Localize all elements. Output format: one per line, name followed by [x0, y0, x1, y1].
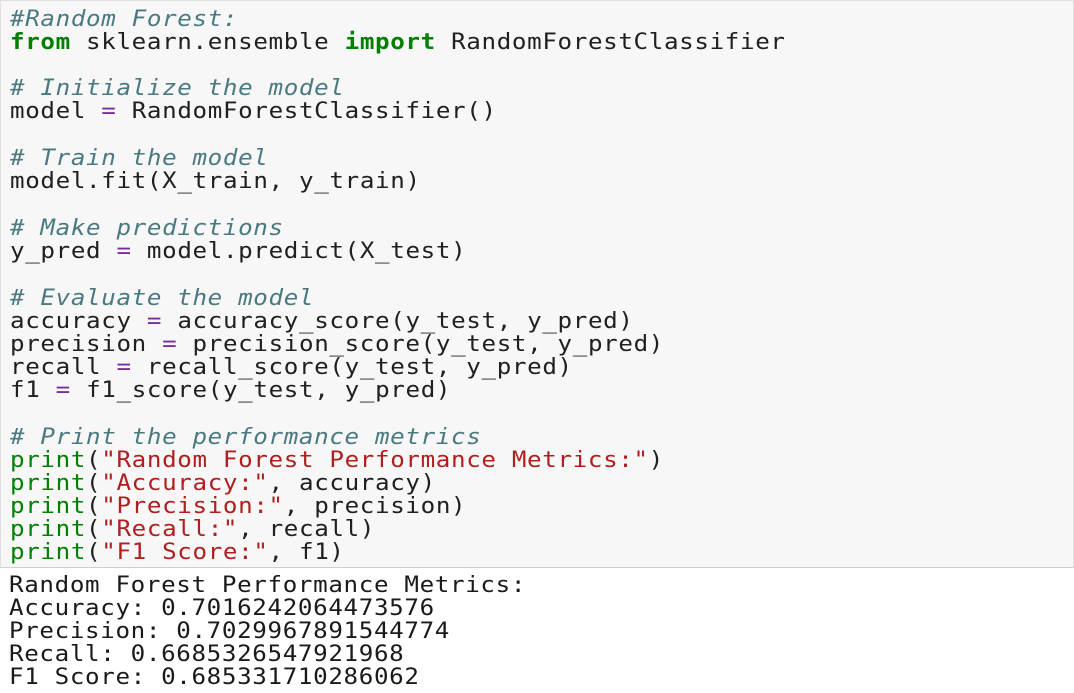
operator: =: [101, 98, 117, 124]
code-line-8: y_pred = model.predict(X_test): [10, 238, 467, 264]
keyword: import: [344, 29, 436, 55]
output-cell: Random Forest Performance Metrics: Accur…: [0, 568, 1074, 693]
builtin: print: [10, 539, 87, 565]
operator: =: [116, 238, 132, 264]
code-line-13: f1 = f1_score(y_test, y_pred): [10, 377, 452, 403]
operator: =: [55, 377, 71, 403]
code-line-2: from sklearn.ensemble import RandomFores…: [10, 29, 786, 55]
code-cell[interactable]: #Random Forest: from sklearn.ensemble im…: [0, 0, 1074, 568]
keyword: from: [10, 29, 71, 55]
notebook: #Random Forest: from sklearn.ensemble im…: [0, 0, 1074, 693]
output-line-5: F1 Score: 0.685331710286062: [9, 664, 420, 690]
code-line-4: model = RandomForestClassifier(): [10, 98, 497, 124]
code-line-19: print("F1 Score:", f1): [10, 539, 345, 565]
string-literal: "F1 Score:": [101, 539, 269, 565]
code-line-6: model.fit(X_train, y_train): [10, 168, 421, 194]
